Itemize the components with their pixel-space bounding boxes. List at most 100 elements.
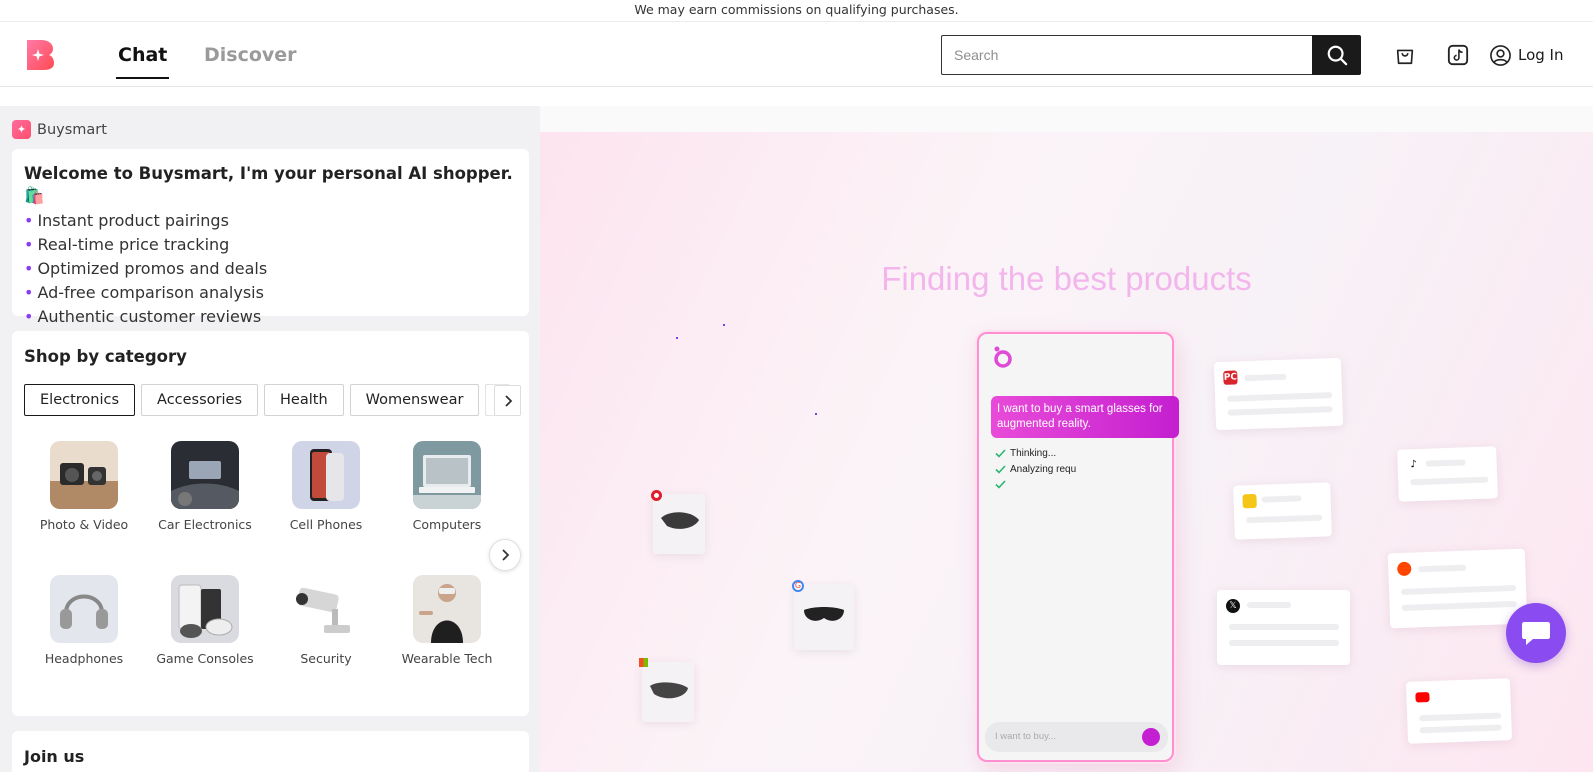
youtube-icon [1415,692,1430,703]
category-computers[interactable]: Computers [387,441,507,532]
join-title: Join us [24,747,85,766]
tiktok-icon [1447,44,1469,66]
step-pending [995,480,1006,489]
category-label: Game Consoles [156,651,254,666]
pc-logo-icon: PC [1223,370,1238,385]
join-card: Join us [12,731,529,772]
category-label: Headphones [44,651,124,666]
login-button[interactable]: Log In [1489,42,1564,68]
phone-mockup: I want to buy a smart glasses for augmen… [977,332,1179,762]
welcome-title: Welcome to Buysmart, I'm your personal A… [24,164,513,205]
top-header: Chat Discover Log In [0,23,1593,87]
search-input[interactable] [941,35,1312,75]
list-item: • Authentic customer reviews [24,307,262,326]
tab-chat[interactable]: Chat [115,43,170,79]
chat-sidebar: ✦ Buysmart Welcome to Buysmart, I'm your… [0,106,540,772]
sparkle-icon: ✦ [12,120,31,139]
vr-headset-image [413,575,481,643]
chip-accessories[interactable]: Accessories [141,384,259,416]
headphones-image [50,575,118,643]
feature-list: • Instant product pairings • Real-time pri… [24,209,517,329]
console-image [171,575,239,643]
google-meet-icon [1242,493,1257,509]
tiktok-icon: ♪ [1406,457,1421,473]
source-card-tiktok: ♪ [1397,446,1498,502]
list-item: • Instant product pairings [24,211,229,230]
list-item: • Optimized promos and deals [24,259,268,278]
security-camera-image [292,575,360,643]
chips-next-button[interactable] [494,385,521,416]
camera-image [50,441,118,509]
category-label: Security [300,651,352,666]
chat-bubble-icon [1522,622,1550,645]
commission-banner: We may earn commissions on qualifying pu… [0,0,1593,22]
login-label: Log In [1518,46,1564,64]
chip-womenswear[interactable]: Womenswear [349,384,480,416]
laptop-image [413,441,481,509]
source-card-youtube [1405,678,1513,744]
target-icon [651,490,662,501]
user-message-bubble: I want to buy a smart glasses for augmen… [991,396,1179,438]
category-label: Cell Phones [289,517,363,532]
microsoft-icon [639,658,648,667]
google-icon: G [792,580,804,592]
product-card-google: G [792,580,854,650]
category-photo-video[interactable]: Photo & Video [24,441,144,532]
check-icon [995,465,1006,474]
source-card-reddit [1387,548,1528,629]
user-circle-icon [1490,44,1511,66]
step-thinking: Thinking... [995,448,1056,459]
category-cell-phones[interactable]: Cell Phones [266,441,386,532]
reddit-icon [1397,561,1412,577]
category-game-consoles[interactable]: Game Consoles [145,575,265,666]
hero-section: Finding the best products I want to buy … [540,106,1593,772]
category-headphones[interactable]: Headphones [24,575,144,666]
category-title: Shop by category [24,347,187,366]
car-dashboard-image [171,441,239,509]
buysmart-logo-icon[interactable] [25,39,55,71]
chip-electronics[interactable]: Electronics [24,384,136,416]
welcome-card: Welcome to Buysmart, I'm your personal A… [12,149,529,326]
hero-title: Finding the best products [881,260,1252,297]
category-label: Photo & Video [39,517,129,532]
category-car-electronics[interactable]: Car Electronics [145,441,265,532]
product-card-microsoft [639,658,694,722]
phone-image [292,441,360,509]
category-label: Computers [412,517,482,532]
category-label: Car Electronics [158,517,252,532]
list-item: • Real-time price tracking [24,235,230,254]
list-item: • Ad-free comparison analysis [24,283,264,302]
tab-discover[interactable]: Discover [204,43,297,67]
chevron-right-icon [502,549,510,561]
mic-icon [1142,728,1160,746]
cart-icon [1396,49,1414,65]
source-card-x: 𝕏 [1217,590,1350,665]
search-icon [1327,45,1347,66]
category-label: Wearable Tech [401,651,493,666]
source-card-meet [1233,482,1332,540]
chip-health[interactable]: Health [264,384,344,416]
check-icon [995,480,1006,489]
category-wearable-tech[interactable]: Wearable Tech [387,575,507,666]
source-card-pc: PC [1213,357,1344,431]
phone-input-field: I want to buy... [985,722,1168,752]
buysmart-mark-icon [993,346,1013,368]
brand-name: Buysmart [37,121,107,138]
sparkle-dot [723,324,725,326]
chevron-right-icon [504,394,512,407]
sparkle-dot [676,337,678,339]
category-chips: Electronics Accessories Health Womenswear [24,384,509,417]
assistant-brand: ✦ Buysmart [12,120,107,139]
x-icon: 𝕏 [1226,599,1240,613]
cart-button[interactable] [1392,42,1418,68]
step-analyzing: Analyzing requ [995,464,1076,475]
category-card: Shop by category Electronics Accessories H… [12,331,529,716]
tiktok-button[interactable] [1445,42,1471,68]
sparkle-dot [815,413,817,415]
search-button[interactable] [1312,35,1361,75]
check-icon [995,449,1006,458]
hero-background: Finding the best products I want to buy … [540,132,1593,772]
chat-support-button[interactable] [1506,603,1566,663]
grid-next-button[interactable] [489,539,521,571]
category-security[interactable]: Security [266,575,386,666]
